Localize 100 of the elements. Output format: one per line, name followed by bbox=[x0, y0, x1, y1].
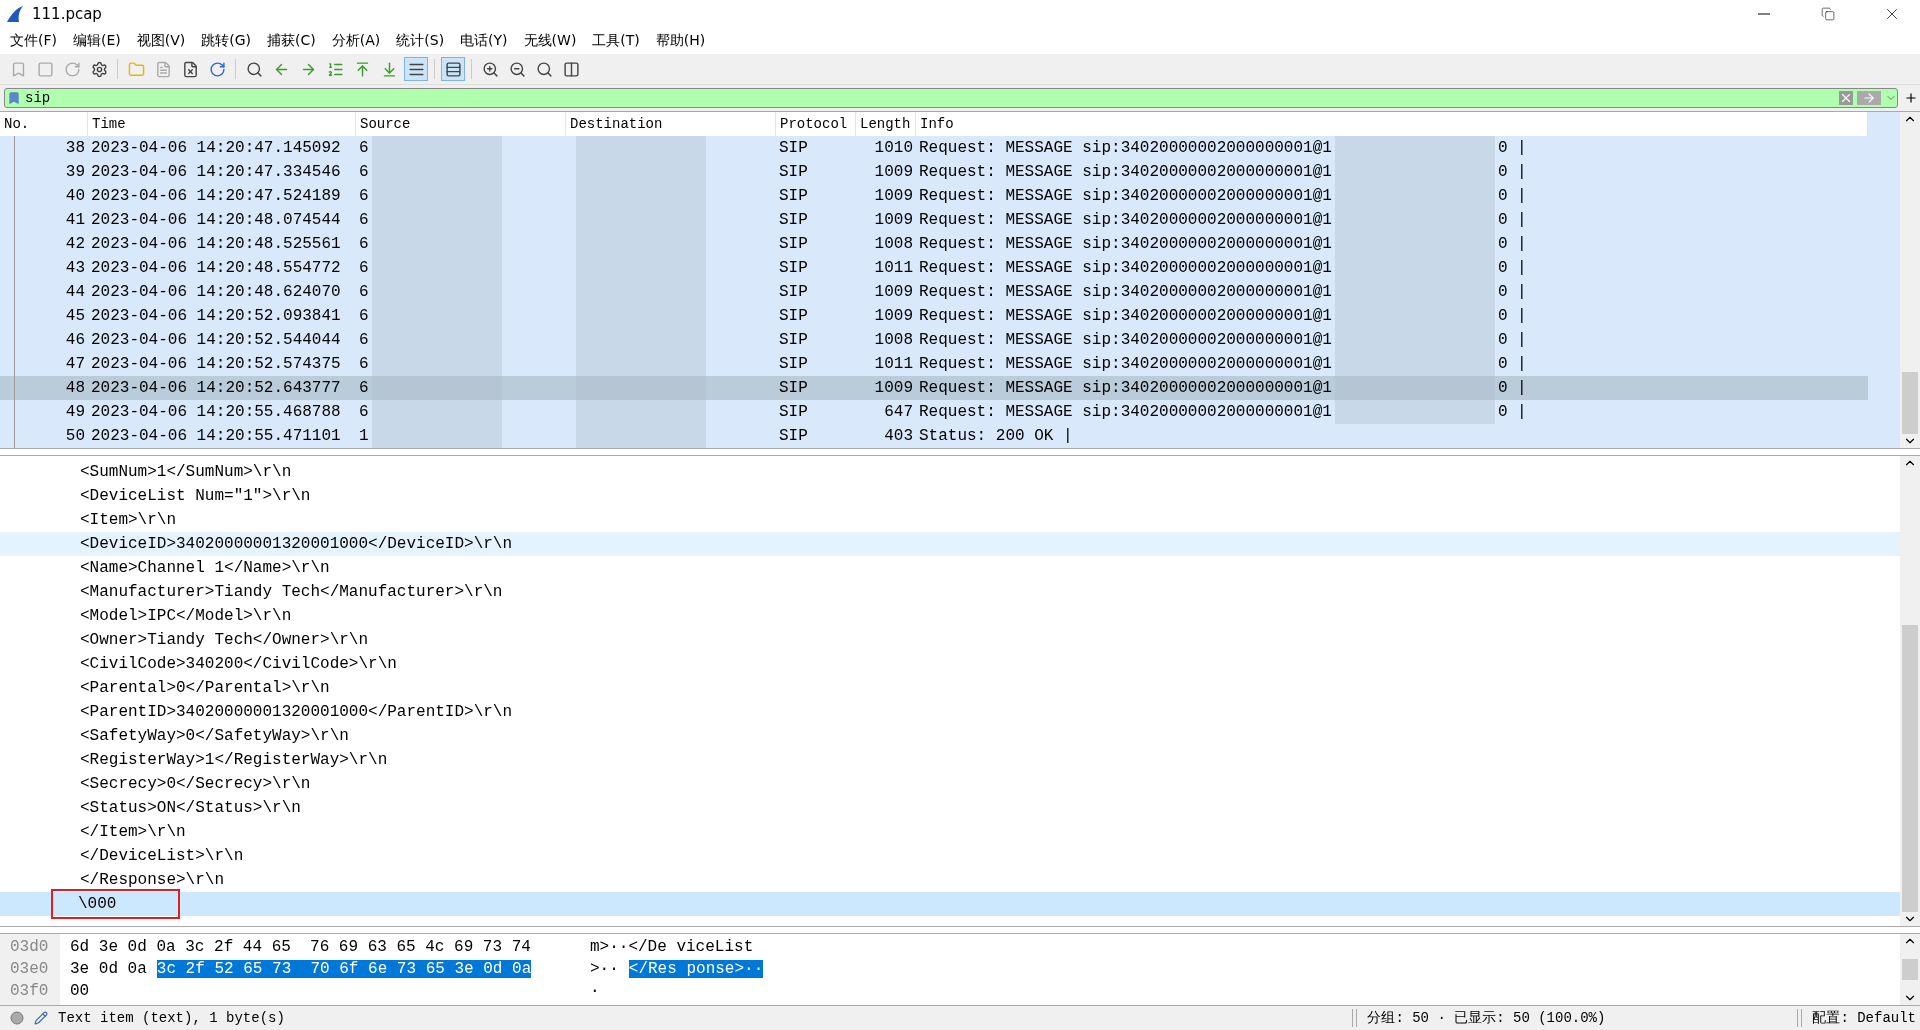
ascii-text[interactable]: </Res ponse>·· bbox=[628, 960, 764, 978]
detail-text: <SafetyWay>0</SafetyWay>\r\n bbox=[79, 726, 350, 747]
packet-row[interactable]: 47 2023-04-06 14:20:52.574375 6 SIP 1011 Request: MESSAGE sip:34020000002000000001@1 0 | bbox=[0, 352, 1868, 376]
packet-row[interactable]: 46 2023-04-06 14:20:52.544044 6 SIP 1008 Request: MESSAGE sip:34020000002000000001@1 0 | bbox=[0, 328, 1868, 352]
ascii-text[interactable]: m>··</De viceList bbox=[590, 938, 754, 956]
detail-row[interactable]: <Model>IPC</Model>\r\n bbox=[0, 604, 1900, 628]
scrollbar[interactable] bbox=[1900, 934, 1920, 1005]
detail-row[interactable]: <SafetyWay>0</SafetyWay>\r\n bbox=[0, 724, 1900, 748]
length-cell-text: 1009 bbox=[873, 187, 914, 205]
menu-item[interactable]: 统计(S) bbox=[388, 32, 453, 50]
protocol-cell-text: SIP bbox=[778, 355, 809, 373]
protocol-cell-text: SIP bbox=[778, 187, 809, 205]
packet-row[interactable]: 48 2023-04-06 14:20:52.643777 6 SIP 1009 Request: MESSAGE sip:34020000002000000001@1 0 | bbox=[0, 376, 1868, 400]
menu-item[interactable]: 分析(A) bbox=[323, 32, 389, 50]
detail-row[interactable]: <RegisterWay>1</RegisterWay>\r\n bbox=[0, 748, 1900, 772]
source-cell-text: 6 bbox=[358, 331, 370, 349]
protocol-cell-text: SIP bbox=[778, 427, 809, 445]
packet-row[interactable]: 43 2023-04-06 14:20:48.554772 6 SIP 1011 Request: MESSAGE sip:34020000002000000001@1 0 | bbox=[0, 256, 1868, 280]
detail-row[interactable]: <Secrecy>0</Secrecy>\r\n bbox=[0, 772, 1900, 796]
detail-text: <Item>\r\n bbox=[79, 510, 177, 531]
detail-row[interactable]: \000 bbox=[0, 892, 1900, 916]
time-cell-text: 2023-04-06 14:20:52.643777 bbox=[90, 379, 342, 397]
scrollbar[interactable] bbox=[1900, 112, 1920, 448]
protocol-cell-text: SIP bbox=[778, 403, 809, 421]
ascii-text[interactable]: >·· bbox=[590, 960, 619, 978]
length-cell-text: 1009 bbox=[873, 211, 914, 229]
zoom-icon bbox=[535, 60, 553, 78]
time-cell-text: 2023-04-06 14:20:52.093841 bbox=[90, 307, 342, 325]
scroll-thumb[interactable] bbox=[1902, 372, 1918, 434]
detail-row[interactable]: <CivilCode>340200</CivilCode>\r\n bbox=[0, 652, 1900, 676]
detail-text: <DeviceList Num="1">\r\n bbox=[79, 486, 312, 507]
edit-icon[interactable] bbox=[34, 1011, 48, 1025]
menu-item[interactable]: 编辑(E) bbox=[65, 32, 129, 50]
detail-row[interactable]: <ParentID>34020000001320001000</ParentID>\r\n bbox=[0, 700, 1900, 724]
detail-text: <SumNum>1</SumNum>\r\n bbox=[79, 462, 293, 483]
source-cell-text: 6 bbox=[358, 379, 370, 397]
packet-row[interactable]: 50 2023-04-06 14:20:55.471101 1 SIP 403 Status: 200 OK | bbox=[0, 424, 1868, 448]
menu-item[interactable]: 跳转(G) bbox=[193, 32, 260, 50]
hex-bytes[interactable]: 6d 3e 0d 0a 3c 2f 44 65 76 69 63 65 4c 69 73 74 bbox=[70, 938, 531, 956]
offset-cell-text: 03e0 bbox=[9, 959, 50, 980]
zoom-out-icon bbox=[508, 60, 526, 78]
detail-row[interactable]: <DeviceID>34020000001320001000</DeviceID>\r\n bbox=[0, 532, 1900, 556]
time-cell-text: 2023-04-06 14:20:55.471101 bbox=[90, 427, 342, 445]
packet-row[interactable]: 40 2023-04-06 14:20:47.524189 6 SIP 1009 Request: MESSAGE sip:34020000002000000001@1 0 | bbox=[0, 184, 1868, 208]
clear-icon[interactable] bbox=[1839, 91, 1853, 105]
detail-row[interactable]: <Item>\r\n bbox=[0, 508, 1900, 532]
packet-row[interactable]: 45 2023-04-06 14:20:52.093841 6 SIP 1009 Request: MESSAGE sip:34020000002000000001@1 0 | bbox=[0, 304, 1868, 328]
info-cell-text: Request: MESSAGE sip:34020000002000000001@1 bbox=[918, 355, 1333, 373]
toolbar-button[interactable] bbox=[404, 57, 428, 81]
detail-text: </Response>\r\n bbox=[79, 870, 226, 891]
packet-row[interactable]: 41 2023-04-06 14:20:48.074544 6 SIP 1009 Request: MESSAGE sip:34020000002000000001@1 0 | bbox=[0, 208, 1868, 232]
info-cell-text: 0 | bbox=[1496, 307, 1528, 325]
ascii-text[interactable]: · bbox=[590, 982, 600, 1000]
source-cell-text: 6 bbox=[358, 235, 370, 253]
menu-item[interactable]: 工具(T) bbox=[584, 32, 648, 50]
detail-text: <Model>IPC</Model>\r\n bbox=[79, 606, 293, 627]
restore-icon bbox=[1821, 7, 1835, 21]
menu-item[interactable]: 视图(V) bbox=[128, 32, 194, 50]
detail-row[interactable]: </DeviceList>\r\n bbox=[0, 844, 1900, 868]
scroll-thumb[interactable] bbox=[1902, 624, 1918, 912]
info-cell-text: 0 | bbox=[1496, 403, 1528, 421]
source-cell-text: 6 bbox=[358, 211, 370, 229]
add-button-icon[interactable] bbox=[1904, 91, 1918, 105]
hex-bytes[interactable]: 00 bbox=[70, 982, 90, 1000]
toolbar-button[interactable] bbox=[441, 57, 465, 81]
packet-row[interactable]: 42 2023-04-06 14:20:48.525561 6 SIP 1008 Request: MESSAGE sip:34020000002000000001@1 0 | bbox=[0, 232, 1868, 256]
detail-row[interactable]: <Parental>0</Parental>\r\n bbox=[0, 676, 1900, 700]
protocol-cell-text: SIP bbox=[778, 331, 809, 349]
scrollbar[interactable] bbox=[1900, 456, 1920, 926]
hex-bytes[interactable]: 3e 0d 0a bbox=[70, 960, 147, 978]
info-cell-text: 0 | bbox=[1496, 355, 1528, 373]
packet-row[interactable]: 39 2023-04-06 14:20:47.334546 6 SIP 1009 Request: MESSAGE sip:34020000002000000001@1 0 | bbox=[0, 160, 1868, 184]
display-filter-field[interactable]: sip bbox=[4, 88, 1898, 108]
detail-row[interactable]: <DeviceList Num="1">\r\n bbox=[0, 484, 1900, 508]
detail-row[interactable]: <Name>Channel 1</Name>\r\n bbox=[0, 556, 1900, 580]
menu-item[interactable]: 捕获(C) bbox=[259, 32, 324, 50]
detail-row[interactable]: </Item>\r\n bbox=[0, 820, 1900, 844]
menu-item[interactable]: 文件(F) bbox=[2, 32, 65, 50]
protocol-cell-text: SIP bbox=[778, 259, 809, 277]
packet-row[interactable]: 38 2023-04-06 14:20:47.145092 6 SIP 1010 Request: MESSAGE sip:34020000002000000001@1 0 | bbox=[0, 136, 1868, 160]
detail-row[interactable]: <SumNum>1</SumNum>\r\n bbox=[0, 460, 1900, 484]
number-cell-text: 48 bbox=[64, 379, 86, 397]
packet-row[interactable]: 44 2023-04-06 14:20:48.624070 6 SIP 1009 Request: MESSAGE sip:34020000002000000001@1 0 | bbox=[0, 280, 1868, 304]
length-cell-text: 1009 bbox=[873, 283, 914, 301]
gear-icon bbox=[90, 60, 108, 78]
detail-row[interactable]: </Response>\r\n bbox=[0, 868, 1900, 892]
menu-item[interactable]: 帮助(H) bbox=[647, 32, 714, 50]
menu-item[interactable]: 无线(W) bbox=[515, 32, 585, 50]
number-cell-text: 50 bbox=[64, 427, 86, 445]
detail-row[interactable]: <Status>ON</Status>\r\n bbox=[0, 796, 1900, 820]
menu-item[interactable]: 电话(Y) bbox=[452, 32, 516, 50]
info-cell-text: Request: MESSAGE sip:34020000002000000001@1 bbox=[918, 379, 1333, 397]
info-cell-text: 0 | bbox=[1496, 211, 1528, 229]
packet-row[interactable]: 49 2023-04-06 14:20:55.468788 6 SIP 647 Request: MESSAGE sip:34020000002000000001@1 0 | bbox=[0, 400, 1868, 424]
scroll-thumb[interactable] bbox=[1902, 958, 1918, 981]
detail-row[interactable]: <Manufacturer>Tiandy Tech</Manufacturer>\r\n bbox=[0, 580, 1900, 604]
stop-icon bbox=[36, 60, 54, 78]
hex-bytes[interactable]: 3c 2f 52 65 73 70 6f 6e 73 65 3e 0d 0a bbox=[156, 960, 532, 978]
detail-row[interactable]: <Owner>Tiandy Tech</Owner>\r\n bbox=[0, 628, 1900, 652]
time-cell-text: 2023-04-06 14:20:47.334546 bbox=[90, 163, 342, 181]
